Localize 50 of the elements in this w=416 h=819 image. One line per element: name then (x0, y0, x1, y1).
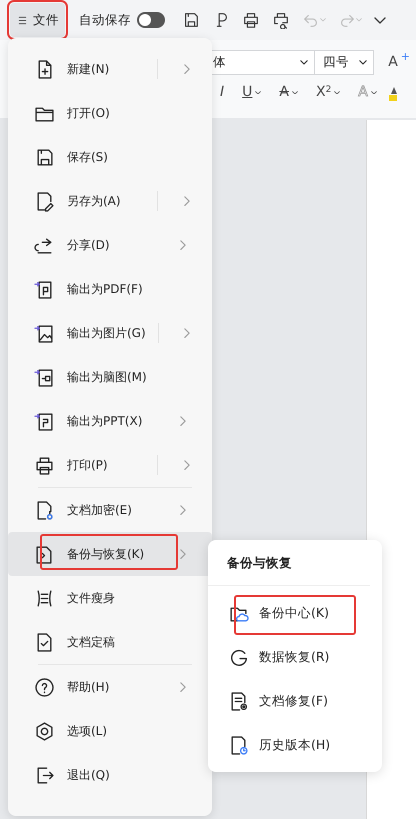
auto-save-label: 自动保存 (79, 10, 131, 29)
chevron-right-icon (180, 682, 186, 692)
recovery-icon (228, 647, 249, 668)
file-button[interactable]: 文件 (10, 3, 65, 37)
menu-item[interactable]: 输出为脑图(M) (8, 355, 212, 399)
caret-icon (320, 18, 326, 22)
menu-item[interactable]: 输出为PDF(F) (8, 267, 212, 311)
chevron-right-icon (180, 548, 186, 560)
caret-icon (334, 90, 340, 94)
strikethrough-button[interactable]: A (273, 82, 304, 103)
menu-item[interactable]: 打印(P) (8, 443, 212, 487)
caret-icon (370, 90, 377, 94)
export-image-icon (34, 322, 55, 344)
caret-icon (292, 90, 298, 94)
export-mindmap-icon (34, 366, 55, 388)
save-icon (182, 11, 200, 29)
font-size-field[interactable]: 四号 (314, 50, 374, 75)
export-ppt-icon (34, 410, 55, 432)
menu-item[interactable]: 打开(O) (8, 91, 212, 135)
menu-item[interactable]: 另存为(A) (8, 179, 212, 223)
chevron-right-icon (184, 64, 190, 74)
italic-button[interactable]: I (214, 82, 230, 103)
grow-font-button[interactable]: A$^{+}$ (382, 52, 416, 73)
menu-item[interactable]: 输出为PPT(X) (8, 399, 212, 443)
chevron-right-icon (180, 416, 186, 426)
menu-item[interactable]: 文档加密(E) (8, 488, 212, 532)
submenu-title: 备份与恢复 (208, 554, 370, 586)
menu-item[interactable]: 保存(S) (8, 135, 212, 179)
chevron-right-icon (184, 196, 190, 206)
auto-save-toggle[interactable] (137, 12, 165, 28)
caret-icon (300, 60, 308, 65)
chevron-right-icon (180, 240, 186, 250)
superscript-button[interactable]: X$^{2}$ (310, 82, 346, 103)
print-icon (242, 11, 260, 29)
caret-icon (356, 18, 362, 22)
chevron-down-icon (374, 16, 386, 24)
menu-item[interactable]: 输出为图片(G) (8, 311, 212, 355)
chevron-right-icon (184, 460, 190, 470)
caret-icon (255, 90, 262, 94)
underline-button[interactable]: U (236, 82, 268, 103)
settings-icon (34, 720, 55, 742)
menu-item[interactable]: 分享(D) (8, 223, 212, 267)
chevron-right-icon (180, 504, 186, 516)
print-preview-icon (272, 11, 290, 29)
menu-item[interactable]: 备份与恢复(K) (8, 532, 212, 576)
highlighter-icon[interactable] (388, 84, 397, 100)
help-icon (34, 676, 55, 698)
print-icon (34, 454, 55, 476)
chevron-right-icon (184, 328, 190, 338)
caret-icon (359, 60, 368, 65)
